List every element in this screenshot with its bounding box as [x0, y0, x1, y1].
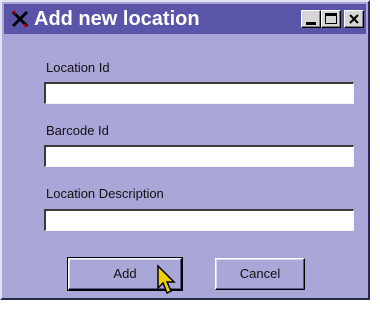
location-description-label: Location Description [46, 186, 164, 201]
add-button-label: Add [113, 266, 137, 281]
location-description-input[interactable] [44, 209, 354, 231]
barcode-id-label: Barcode Id [46, 123, 109, 138]
app-icon [11, 10, 29, 28]
cancel-button-label: Cancel [239, 266, 281, 281]
location-id-input[interactable] [44, 82, 354, 104]
add-location-dialog: Add new location Location Id Barcode Id … [0, 0, 370, 300]
location-id-label: Location Id [46, 60, 110, 75]
close-icon [349, 14, 359, 24]
minimize-button[interactable] [301, 10, 321, 28]
title-bar[interactable]: Add new location [4, 4, 366, 34]
window-title: Add new location [34, 8, 200, 30]
maximize-button[interactable] [321, 10, 341, 28]
mouse-pointer-icon [157, 264, 176, 295]
close-button[interactable] [344, 10, 364, 28]
cancel-button[interactable]: Cancel [215, 258, 305, 290]
barcode-id-input[interactable] [44, 145, 354, 167]
maximize-icon [325, 13, 337, 24]
minimize-icon [306, 22, 316, 25]
